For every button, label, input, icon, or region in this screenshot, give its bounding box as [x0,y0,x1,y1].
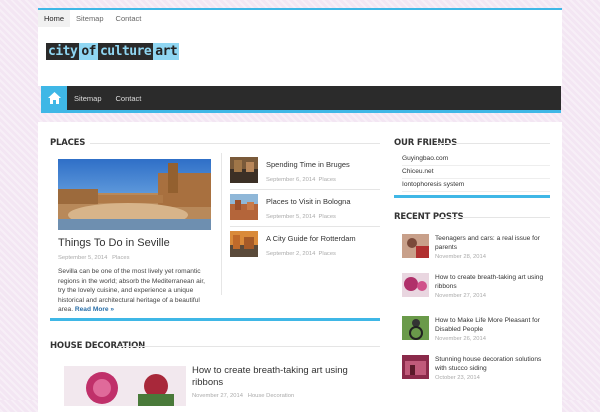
logo-part-culture: culture [97,43,154,60]
thumbnail-bruges[interactable] [230,157,258,183]
thumbnail-stucco[interactable] [402,355,429,379]
featured-post-date: September 5, 2014 [58,255,108,261]
featured-post-title[interactable]: Things To Do in Seville [58,237,218,249]
divider [230,226,380,227]
divider [440,217,550,218]
site-logo[interactable]: city of culture art [46,43,180,60]
places-section-title: PLACES [50,138,86,148]
column-divider [221,153,222,295]
featured-post-category[interactable]: Places [112,255,129,261]
top-bar: Home Sitemap Contact [38,8,562,29]
section-bottom-bar [394,195,550,198]
post-category[interactable]: Places [319,177,336,183]
thumbnail-teenagers[interactable] [402,234,429,258]
recent-post-date: November 27, 2014 [435,293,486,299]
divider [90,143,380,144]
recent-post-item[interactable]: How to Make Life More Pleasant for Disab… [402,316,552,346]
logo-part-of: of [79,43,98,60]
featured-image-seville[interactable] [58,159,211,230]
post-category[interactable]: Places [319,251,336,257]
post-title[interactable]: Spending Time in Bruges [266,160,350,169]
recent-post-item[interactable]: Stunning house decoration solutions with… [402,355,552,385]
home-button[interactable] [41,86,67,110]
recent-post-date: October 23, 2014 [435,375,480,381]
post-date: September 2, 2014 [266,251,316,257]
top-nav: Home Sitemap Contact [38,8,562,28]
featured-post-meta: September 5, 2014 Places [58,255,130,261]
main-nav: Sitemap Contact [41,86,561,113]
list-item[interactable]: Spending Time in Bruges September 6, 201… [230,157,380,185]
thumbnail-bologna[interactable] [230,194,258,220]
thumbnail-disabled[interactable] [402,316,429,340]
post-title[interactable]: A City Guide for Rotterdam [266,234,356,243]
house-post-image[interactable] [64,366,186,406]
featured-post-excerpt: Sevilla can be one of the most lively ye… [58,267,213,315]
post-category[interactable]: Places [319,214,336,220]
list-item[interactable]: Places to Visit in Bologna September 5, … [230,194,380,222]
post-meta: September 5, 2014 Places [266,214,336,220]
house-post-meta: November 27, 2014 House Decoration [192,393,294,399]
friend-link[interactable]: Iontophoresis system [402,179,550,192]
friend-link[interactable]: Guyingbao.com [402,153,550,166]
divider [436,143,550,144]
recent-post-item[interactable]: Teenagers and cars: a real issue for par… [402,234,552,264]
logo-part-city: city [46,43,80,60]
divider [118,346,380,347]
recent-post-date: November 26, 2014 [435,336,486,342]
recent-post-title[interactable]: Teenagers and cars: a real issue for par… [435,234,553,252]
list-item[interactable]: A City Guide for Rotterdam September 2, … [230,231,380,259]
post-meta: September 2, 2014 Places [266,251,336,257]
section-bottom-bar [50,318,380,321]
thumbnail-ribbons[interactable] [402,273,429,297]
top-nav-contact[interactable]: Contact [110,10,148,28]
home-icon [47,92,61,104]
top-nav-home[interactable]: Home [38,8,71,28]
recent-post-date: November 28, 2014 [435,254,486,260]
thumbnail-rotterdam[interactable] [230,231,258,257]
divider [230,189,380,190]
logo-part-art: art [153,43,180,60]
main-nav-sitemap[interactable]: Sitemap [67,94,109,103]
friends-list: Guyingbao.com Chiceu.net Iontophoresis s… [402,153,550,192]
friend-link[interactable]: Chiceu.net [402,166,550,179]
post-title[interactable]: Places to Visit in Bologna [266,197,351,206]
main-nav-contact[interactable]: Contact [109,94,149,103]
post-date: September 5, 2014 [266,214,316,220]
page-wrapper: Home Sitemap Contact city of culture art… [38,0,562,412]
recent-post-item[interactable]: How to create breath-taking art using ri… [402,273,552,303]
site-header: city of culture art [38,27,562,86]
top-nav-sitemap[interactable]: Sitemap [70,10,110,28]
post-date: September 6, 2014 [266,177,316,183]
recent-post-title[interactable]: Stunning house decoration solutions with… [435,355,553,373]
read-more-link[interactable]: Read More » [75,306,114,313]
house-post-date: November 27, 2014 [192,393,243,399]
recent-post-title[interactable]: How to create breath-taking art using ri… [435,273,553,291]
post-meta: September 6, 2014 Places [266,177,336,183]
house-post-category[interactable]: House Decoration [248,393,294,399]
recent-post-title[interactable]: How to Make Life More Pleasant for Disab… [435,316,553,334]
house-post-title[interactable]: How to create breath-taking art using ri… [192,365,362,389]
